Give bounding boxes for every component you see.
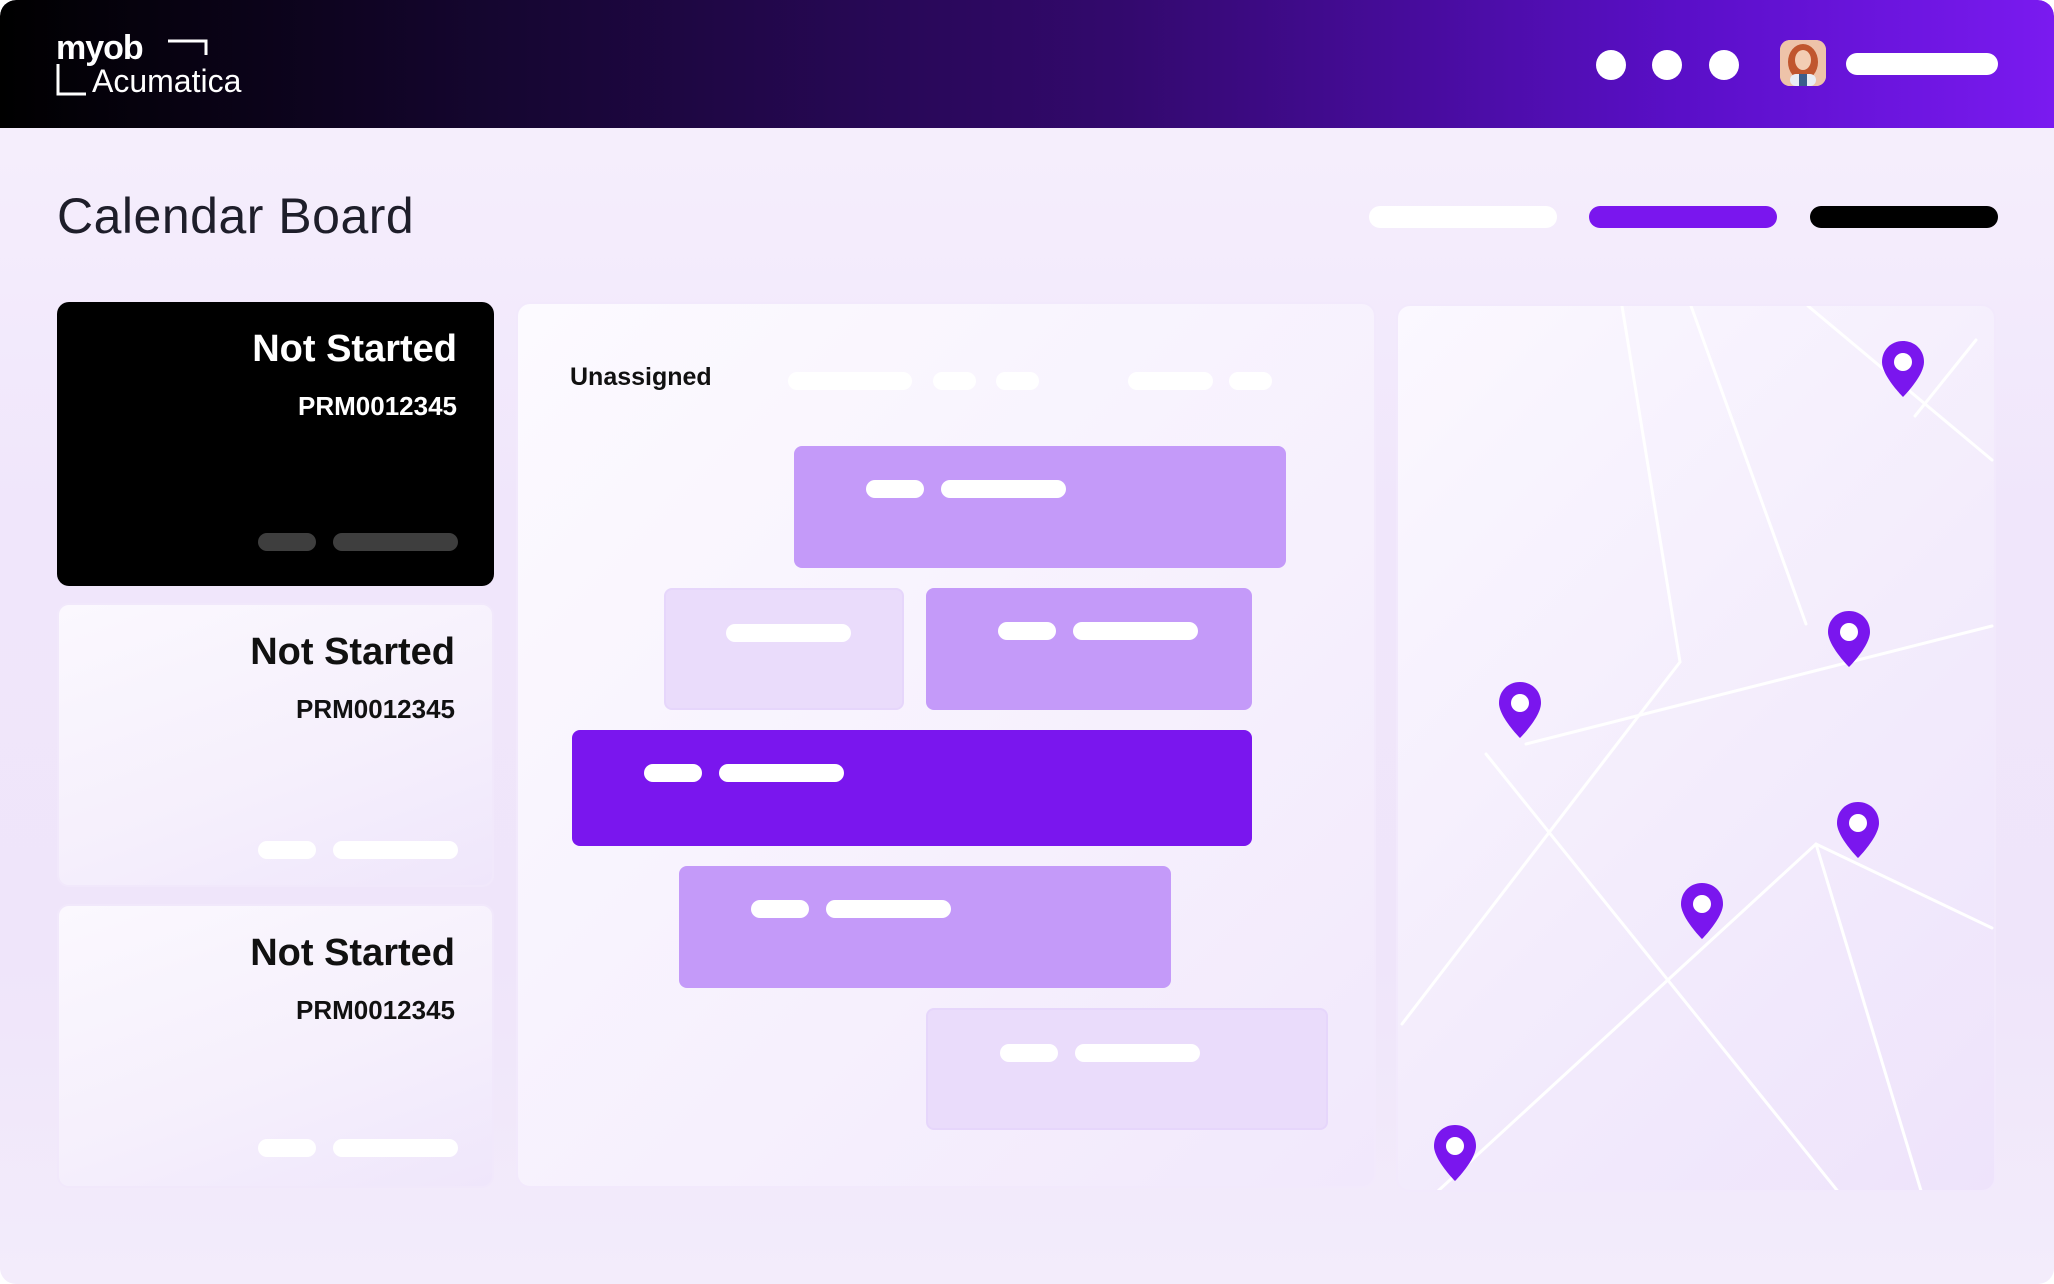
schedule-block[interactable] [664, 588, 904, 710]
schedule-block[interactable] [926, 1008, 1328, 1130]
nav-dot-1-icon[interactable] [1596, 50, 1626, 80]
card-status: Not Started [250, 932, 455, 974]
nav-dot-3-icon[interactable] [1709, 50, 1739, 80]
map-pin-icon[interactable] [1678, 881, 1726, 941]
schedule-block[interactable] [926, 588, 1252, 710]
app-window: myob Acumatica Calendar Board Not Starte… [0, 0, 2054, 1284]
page-title: Calendar Board [57, 188, 415, 244]
map-panel[interactable] [1396, 304, 1996, 1192]
work-order-card-2[interactable]: Not Started PRM0012345 [57, 603, 494, 887]
card-tag-placeholder [258, 841, 316, 859]
card-tag-placeholder [333, 841, 458, 859]
card-tag-placeholder [258, 1139, 316, 1157]
brand-logo[interactable]: myob Acumatica [56, 28, 276, 100]
header-action-3-button[interactable] [1810, 206, 1998, 228]
avatar-portrait-icon [1780, 40, 1826, 86]
map-pin-icon[interactable] [1879, 339, 1927, 399]
timeline-header-placeholder [996, 372, 1039, 390]
card-status: Not Started [252, 328, 457, 370]
schedule-block-selected[interactable] [572, 730, 1252, 846]
unassigned-label: Unassigned [570, 363, 712, 391]
schedule-block[interactable] [679, 866, 1171, 988]
timeline-header-placeholder [1128, 372, 1213, 390]
map-pin-icon[interactable] [1496, 680, 1544, 740]
timeline-header-placeholder [933, 372, 976, 390]
user-avatar[interactable] [1780, 40, 1826, 86]
card-id: PRM0012345 [298, 391, 457, 421]
card-id: PRM0012345 [296, 694, 455, 724]
map-pin-icon[interactable] [1825, 609, 1873, 669]
header-action-1-button[interactable] [1369, 206, 1557, 228]
card-status: Not Started [250, 631, 455, 673]
card-tag-placeholder [258, 533, 316, 551]
work-order-card-3[interactable]: Not Started PRM0012345 [57, 904, 494, 1188]
top-bar: myob Acumatica [0, 0, 2054, 128]
card-tag-placeholder [333, 533, 458, 551]
header-action-2-button[interactable] [1589, 206, 1777, 228]
schedule-block[interactable] [794, 446, 1286, 568]
work-order-card-1[interactable]: Not Started PRM0012345 [57, 302, 494, 586]
card-tag-placeholder [333, 1139, 458, 1157]
schedule-panel: Unassigned [516, 302, 1376, 1188]
timeline-header-placeholder [1229, 372, 1272, 390]
map-pin-icon[interactable] [1431, 1123, 1479, 1183]
map-pin-icon[interactable] [1834, 800, 1882, 860]
card-id: PRM0012345 [296, 995, 455, 1025]
timeline-header-placeholder [788, 372, 912, 390]
user-name-placeholder[interactable] [1846, 53, 1998, 75]
map-roads [1400, 306, 1994, 1190]
logo-text-acumatica: Acumatica [92, 63, 242, 99]
nav-dot-2-icon[interactable] [1652, 50, 1682, 80]
